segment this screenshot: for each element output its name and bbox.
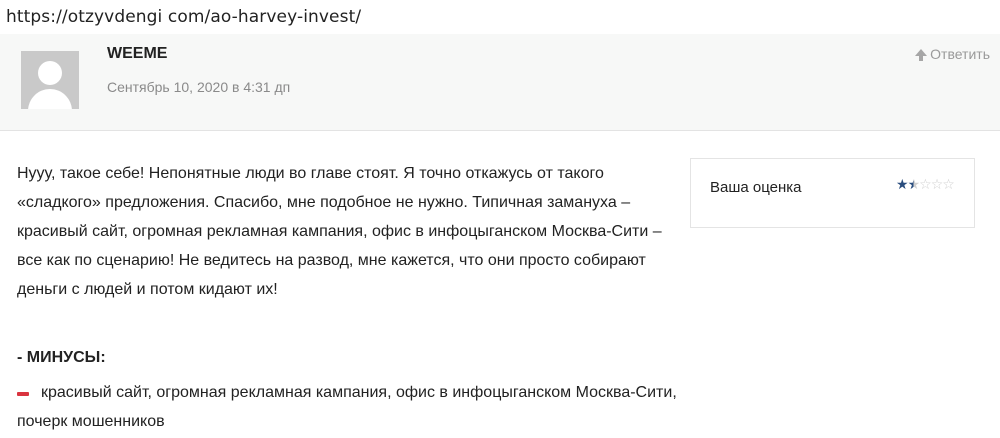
avatar-head-shape	[38, 61, 62, 85]
star-icon[interactable]: ☆	[942, 177, 955, 193]
comment-date: Сентябрь 10, 2020 в 4:31 дп	[107, 79, 291, 95]
reply-button[interactable]: Ответить	[915, 46, 990, 62]
star-icon[interactable]: ☆	[931, 177, 944, 193]
cons-title: - МИНУСЫ:	[17, 349, 106, 366]
url-text[interactable]: https://otzyvdengi com/ao-harvey-invest/	[6, 7, 361, 27]
rating-stars[interactable]: ★★☆☆☆	[896, 177, 955, 193]
reply-label: Ответить	[930, 46, 990, 62]
comment-body: Нууу, такое себе! Непонятные люди во гла…	[17, 165, 662, 298]
comment-author: WEEME	[107, 45, 168, 62]
star-icon[interactable]: ★	[896, 177, 909, 193]
star-icon[interactable]: ☆	[919, 177, 932, 193]
address-bar[interactable]: https://otzyvdengi com/ao-harvey-invest/	[0, 0, 1000, 34]
cons-text: красивый сайт, огромная рекламная кампан…	[17, 384, 677, 430]
avatar	[21, 51, 79, 109]
comment-header: WEEME Сентябрь 10, 2020 в 4:31 дп Ответи…	[0, 34, 1000, 131]
avatar-body-shape	[28, 89, 72, 109]
reply-arrow-icon	[915, 48, 928, 61]
rating-box: Ваша оценка ★★☆☆☆	[690, 158, 975, 228]
star-icon[interactable]: ★	[908, 177, 921, 193]
rating-label: Ваша оценка	[710, 179, 802, 196]
